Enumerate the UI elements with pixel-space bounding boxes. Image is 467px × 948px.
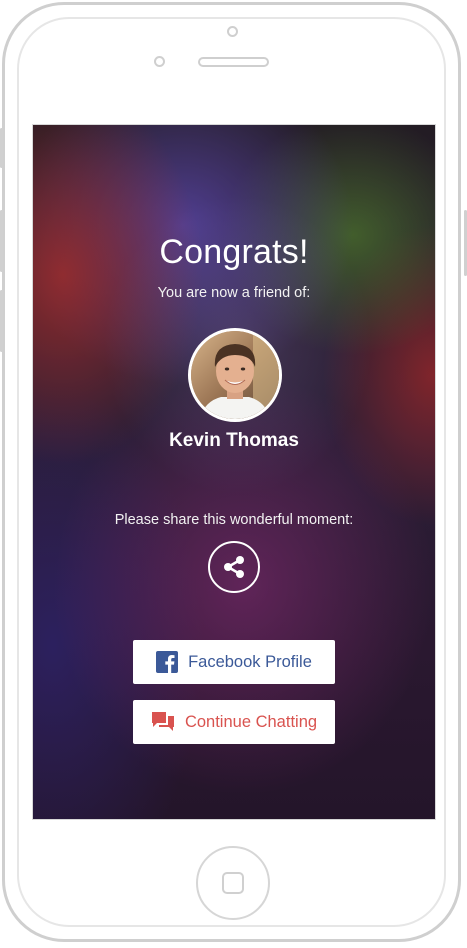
share-icon <box>224 556 244 578</box>
front-camera <box>227 26 238 37</box>
friend-name: Kevin Thomas <box>169 430 299 451</box>
avatar-photo <box>191 331 279 419</box>
proximity-sensor <box>154 56 165 67</box>
facebook-icon <box>156 651 179 673</box>
chat-bubbles-icon <box>151 711 175 733</box>
earpiece-speaker <box>198 57 269 67</box>
volume-down-button <box>0 290 3 352</box>
congrats-title: Congrats! <box>159 233 309 271</box>
avatar <box>188 328 282 422</box>
share-prompt: Please share this wonderful moment: <box>114 512 354 528</box>
facebook-profile-button[interactable]: Facebook Profile <box>133 640 335 684</box>
home-button-square-icon <box>222 872 244 894</box>
home-button[interactable] <box>196 846 270 920</box>
volume-up-button <box>0 210 3 272</box>
continue-chatting-label: Continue Chatting <box>184 712 318 731</box>
share-button[interactable] <box>208 541 260 593</box>
app-screen: Congrats! You are now a friend of: Kevin… <box>32 124 436 820</box>
continue-chatting-button[interactable]: Continue Chatting <box>133 700 335 744</box>
mute-switch <box>0 128 3 168</box>
facebook-profile-label: Facebook Profile <box>188 652 312 671</box>
friend-subtitle: You are now a friend of: <box>157 285 311 301</box>
